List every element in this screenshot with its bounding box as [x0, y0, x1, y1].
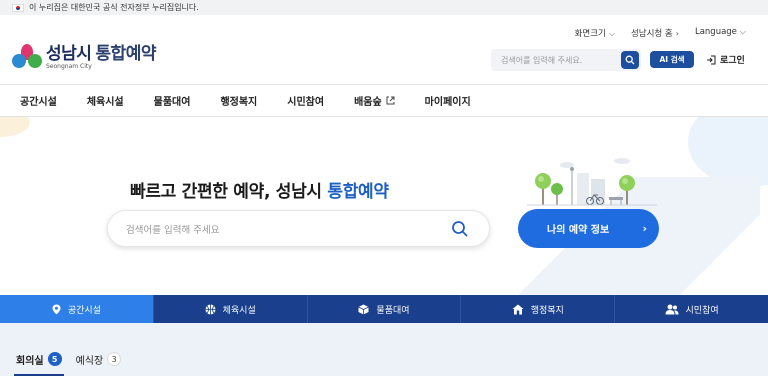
gov-banner-text: 이 누리집은 대한민국 공식 전자정부 누리집입니다.	[29, 3, 199, 12]
chevron-right-icon: ›	[675, 29, 679, 38]
ball-icon	[205, 304, 216, 314]
logo-city-name: 성남시	[46, 44, 92, 64]
sub-tab-wedding-hall[interactable]: 예식장 3	[76, 349, 122, 369]
tab-participation[interactable]: 시민참여	[615, 295, 768, 323]
nav-label: 공간시설	[20, 97, 57, 108]
decorative-shape	[0, 117, 30, 137]
nav-item-learning[interactable]: 배움숲	[354, 93, 395, 108]
chevron-down-icon: ⌵	[608, 29, 615, 38]
seongnam-emblem-icon	[12, 44, 42, 72]
sub-tab-area: 회의실 5 예식장 3	[0, 323, 768, 376]
login-button[interactable]: 로그인	[706, 53, 745, 66]
house-icon	[512, 304, 524, 314]
tab-label: 행정복지	[530, 305, 564, 316]
headline-text: 빠르고 간편한 예약, 성남시	[130, 182, 328, 202]
language-button[interactable]: Language ⌵	[695, 27, 746, 39]
my-reservation-label: 나의 예약 정보	[547, 225, 610, 236]
nav-item-participation[interactable]: 시민참여	[287, 93, 324, 108]
sub-tab-meeting-room[interactable]: 회의실 5	[14, 349, 64, 376]
tab-rental[interactable]: 물품대여	[308, 295, 462, 323]
nav-item-rental[interactable]: 물품대여	[154, 93, 191, 108]
header-search-input[interactable]: 검색어를 입력해 주세요.	[491, 49, 641, 71]
chevron-right-icon: ›	[642, 222, 647, 235]
sub-tab-label: 예식장	[75, 355, 104, 367]
tab-label: 물품대여	[376, 305, 410, 316]
sub-tab-label: 회의실	[16, 355, 44, 367]
logo-service-name: 통합예약	[95, 44, 156, 64]
location-pin-icon	[52, 304, 61, 314]
nav-label: 배움숲	[354, 97, 382, 108]
city-home-link[interactable]: 성남시청 홈 ›	[631, 27, 679, 39]
search-icon[interactable]	[451, 220, 469, 238]
box-icon	[358, 304, 370, 314]
chevron-down-icon: ⌵	[739, 27, 746, 36]
search-icon	[625, 55, 635, 65]
site-logo[interactable]: 성남시 통합예약 Seongnam City	[12, 44, 156, 72]
tab-label: 공간시설	[67, 305, 101, 316]
people-icon	[665, 304, 679, 314]
login-icon	[707, 55, 716, 64]
sub-tabs: 회의실 5 예식장 3	[14, 349, 122, 376]
nav-item-sports[interactable]: 체육시설	[87, 93, 124, 108]
header-search-placeholder: 검색어를 입력해 주세요.	[501, 55, 583, 65]
nav-label: 시민참여	[287, 97, 325, 108]
main-nav: 공간시설 체육시설 물품대여 행정복지 시민참여 배움숲 마이페이지	[20, 93, 501, 108]
nav-item-mypage[interactable]: 마이페이지	[425, 93, 471, 108]
tab-label: 체육시설	[222, 305, 256, 316]
my-reservation-button[interactable]: 나의 예약 정보 ›	[518, 209, 659, 248]
nav-label: 물품대여	[153, 97, 191, 108]
korea-flag-icon	[12, 3, 24, 12]
nav-item-welfare[interactable]: 행정복지	[220, 93, 257, 108]
hero-search-input[interactable]: 검색어를 입력해 주세요	[107, 210, 490, 247]
count-badge: 5	[47, 352, 62, 366]
tab-welfare[interactable]: 행정복지	[461, 295, 616, 323]
nav-label: 체육시설	[86, 97, 124, 108]
hero-headline: 빠르고 간편한 예약, 성남시 통합예약	[130, 177, 389, 202]
park-illustration-icon	[527, 158, 657, 206]
tab-sports[interactable]: 체육시설	[154, 295, 308, 323]
hero-section: 빠르고 간편한 예약, 성남시 통합예약 검색어를 입력해 주세요 나의 예약 …	[0, 117, 768, 295]
nav-label: 마이페이지	[424, 97, 471, 108]
font-size-button[interactable]: 화면크기 ⌵	[575, 27, 615, 39]
login-label: 로그인	[720, 56, 745, 66]
nav-item-space[interactable]: 공간시설	[20, 93, 57, 108]
gov-banner: 이 누리집은 대한민국 공식 전자정부 누리집입니다.	[0, 0, 768, 15]
logo-english-name: Seongnam City	[46, 63, 92, 70]
ai-search-label: AI 검색	[659, 55, 685, 64]
category-tab-bar: 공간시설 체육시설 물품대여 행정복지 시민참여	[0, 295, 768, 323]
ai-search-button[interactable]: AI 검색	[650, 51, 694, 68]
tab-space[interactable]: 공간시설	[0, 295, 154, 323]
nav-label: 행정복지	[220, 97, 258, 108]
font-size-label: 화면크기	[574, 29, 606, 39]
nav-divider	[0, 84, 768, 85]
utility-links: 화면크기 ⌵ 성남시청 홈 › Language ⌵	[575, 27, 746, 39]
city-home-label: 성남시청 홈	[630, 29, 673, 39]
hero-search-placeholder: 검색어를 입력해 주세요	[126, 224, 220, 236]
language-label: Language	[694, 27, 737, 37]
tab-label: 시민참여	[685, 305, 719, 316]
headline-highlight: 통합예약	[327, 182, 389, 202]
header-search-button[interactable]	[621, 51, 639, 69]
count-badge: 3	[107, 352, 122, 366]
external-link-icon	[386, 96, 395, 105]
